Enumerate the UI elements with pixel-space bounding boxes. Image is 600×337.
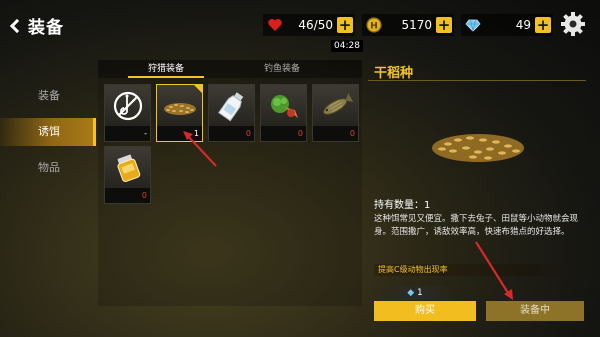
add-health-button[interactable]: + xyxy=(337,17,353,33)
item-slot[interactable]: - xyxy=(104,84,151,142)
health-counter: 46/50 + xyxy=(263,14,355,36)
sidebar-item-bait[interactable]: 诱饵 xyxy=(0,118,96,146)
price-tag: ◆ 1 xyxy=(374,286,456,300)
page-title: 装备 xyxy=(28,18,64,38)
sidebar-item-label: 诱饵 xyxy=(38,125,60,138)
heart-icon xyxy=(268,19,282,31)
diamond-counter: 49 + xyxy=(461,14,553,36)
sidebar-item-equipment[interactable]: 装备 xyxy=(0,82,96,110)
add-diamonds-button[interactable]: + xyxy=(535,17,551,33)
divider xyxy=(368,80,586,81)
item-count: 0 xyxy=(313,126,358,141)
milk-bottle-icon xyxy=(217,91,243,121)
annotation-arrow-icon xyxy=(475,241,513,300)
category-sidebar: 装备 诱饵 物品 xyxy=(0,82,96,190)
item-slot[interactable]: 0 xyxy=(312,84,359,142)
coin-counter: H 5170 + xyxy=(362,14,454,36)
annotation-arrow-icon xyxy=(183,131,217,167)
sidebar-item-label: 物品 xyxy=(38,161,60,174)
price-value: 1 xyxy=(417,288,423,298)
item-slot[interactable]: 0 xyxy=(260,84,307,142)
item-count: 0 xyxy=(105,188,150,203)
coin-icon: H xyxy=(366,17,382,33)
item-quantity: 持有数量：1 xyxy=(374,200,431,211)
rice-seeds-icon xyxy=(163,102,196,115)
item-name: 干稻种 xyxy=(374,66,414,81)
selected-corner-marker xyxy=(194,85,202,93)
chevron-left-icon xyxy=(9,18,25,33)
gear-icon[interactable] xyxy=(560,11,586,37)
dried-fish-icon xyxy=(322,92,353,115)
top-bar: 装备 46/50 + H 5170 + 49 + 04:28 xyxy=(0,0,600,52)
item-count: - xyxy=(105,126,150,141)
tab-label: 狩猎装备 xyxy=(147,64,184,74)
tab-hunting-gear[interactable]: 狩猎装备 xyxy=(118,60,214,78)
diamond-icon: ◆ xyxy=(407,288,415,298)
sidebar-item-items[interactable]: 物品 xyxy=(0,154,96,182)
disabled-lure-icon xyxy=(113,91,142,120)
health-value: 46/50 xyxy=(298,18,333,32)
coin-value: 5170 xyxy=(401,18,432,32)
back-button[interactable]: 装备 xyxy=(8,13,64,38)
item-grid: - 1 0 0 0 0 xyxy=(98,78,362,306)
svg-text:H: H xyxy=(370,22,378,32)
item-description: 这种饵常见又便宜。撒下去兔子、田鼠等小动物就会现身。范围撒广，诱敌效率高，快速布… xyxy=(374,214,579,237)
add-coins-button[interactable]: + xyxy=(436,17,452,33)
honey-jar-icon xyxy=(116,154,140,182)
tab-fishing-gear[interactable]: 钓鱼装备 xyxy=(234,60,330,78)
sidebar-item-label: 装备 xyxy=(38,89,60,102)
item-count: 0 xyxy=(261,126,306,141)
buy-button[interactable]: 购买 xyxy=(374,301,476,321)
item-slot[interactable]: 0 xyxy=(104,146,151,204)
diamond-value: 49 xyxy=(515,18,531,32)
timer: 04:28 xyxy=(331,40,363,52)
diamond-icon xyxy=(465,19,481,32)
rice-seeds-large-icon xyxy=(432,134,524,162)
vegetables-icon xyxy=(270,94,298,118)
tab-bar: 狩猎装备 钓鱼装备 xyxy=(98,60,362,78)
equip-button[interactable]: 装备中 xyxy=(486,301,584,321)
tab-label: 钓鱼装备 xyxy=(263,64,300,74)
